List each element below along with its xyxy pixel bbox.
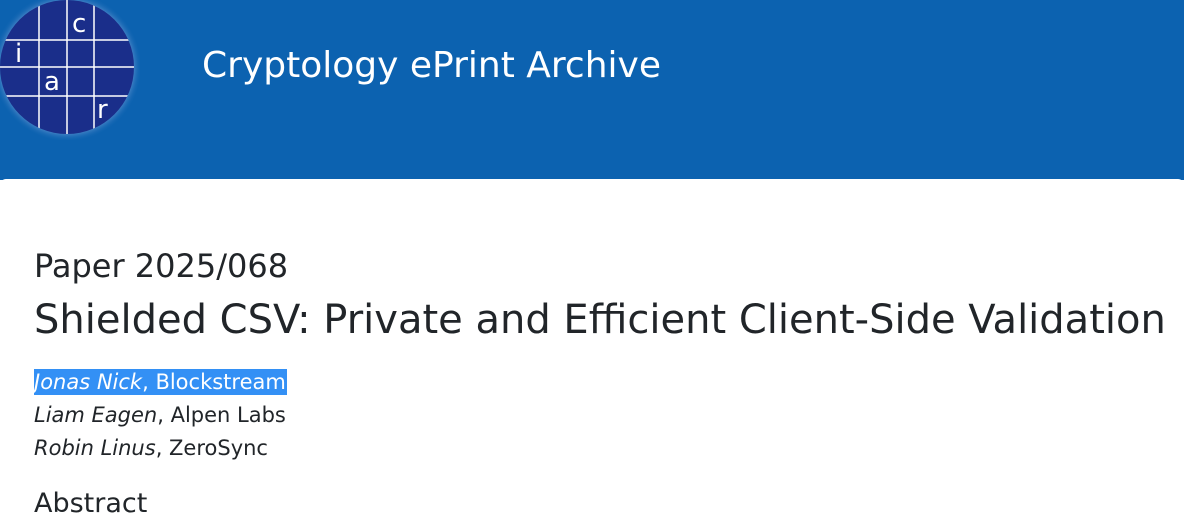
- site-title[interactable]: Cryptology ePrint Archive: [202, 44, 661, 88]
- author-liam-eagen: Liam Eagen, Alpen Labs: [34, 402, 286, 428]
- author-affiliation: , Alpen Labs: [157, 403, 286, 427]
- author-name[interactable]: Jonas Nick: [34, 370, 142, 394]
- author-affiliation: , Blockstream: [142, 370, 286, 394]
- author-name[interactable]: Robin Linus: [34, 436, 156, 460]
- main-content: [0, 179, 1184, 526]
- author-affiliation: , ZeroSync: [155, 436, 268, 460]
- paper-id: Paper 2025/068: [34, 247, 289, 285]
- author-jonas-nick: Jonas Nick, Blockstream: [34, 369, 287, 395]
- author-name[interactable]: Liam Eagen: [34, 403, 157, 427]
- logo-letter-a: a: [44, 67, 60, 97]
- iacr-logo[interactable]: c i a r: [0, 0, 141, 141]
- logo-letter-i: i: [15, 39, 22, 69]
- logo-letter-r: r: [97, 95, 108, 125]
- paper-title: Shielded CSV: Private and Efficient Clie…: [34, 297, 1166, 343]
- logo-letter-c: c: [72, 9, 86, 39]
- abstract-heading: Abstract: [34, 488, 148, 519]
- iacr-logo-icon: c i a r: [0, 0, 141, 141]
- site-header: c i a r Cryptology ePrint Archive: [0, 0, 1184, 180]
- author-robin-linus: Robin Linus, ZeroSync: [34, 435, 268, 461]
